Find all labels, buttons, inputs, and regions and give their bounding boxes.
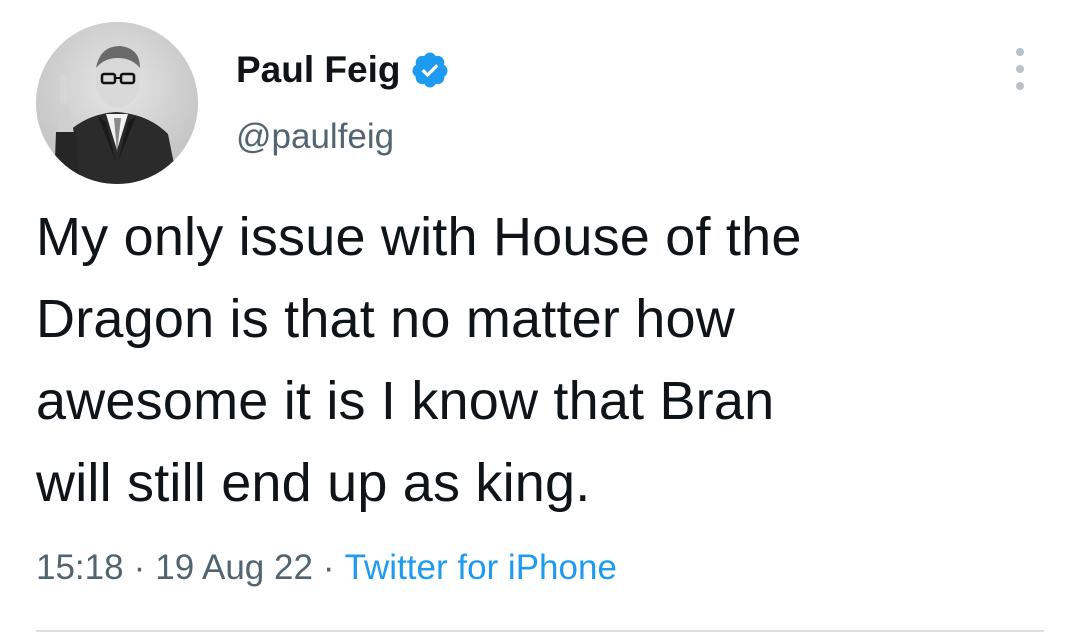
avatar[interactable] (36, 22, 198, 184)
tweet-text: My only issue with House of the Dragon i… (36, 207, 802, 513)
more-options-icon[interactable] (1004, 48, 1036, 90)
meta-separator: · (322, 548, 335, 587)
meta-separator: · (133, 548, 146, 587)
tweet-metadata: 15:18 · 19 Aug 22 · Twitter for iPhone (36, 546, 617, 590)
tweet-source-link[interactable]: Twitter for iPhone (345, 548, 617, 587)
dot-icon (1016, 82, 1024, 90)
divider (36, 630, 1044, 632)
tweet-time[interactable]: 15:18 (36, 548, 124, 587)
verified-badge-icon (410, 50, 450, 90)
tweet-date[interactable]: 19 Aug 22 (155, 548, 313, 587)
avatar-photo (36, 22, 198, 184)
author-display-name[interactable]: Paul Feig (236, 48, 400, 92)
tweet-card: Paul Feig @paulfeig My only issue with H… (0, 0, 1080, 633)
author-name-row: Paul Feig (236, 48, 450, 92)
dot-icon (1016, 48, 1024, 56)
author-handle[interactable]: @paulfeig (236, 116, 394, 158)
dot-icon (1016, 65, 1024, 73)
